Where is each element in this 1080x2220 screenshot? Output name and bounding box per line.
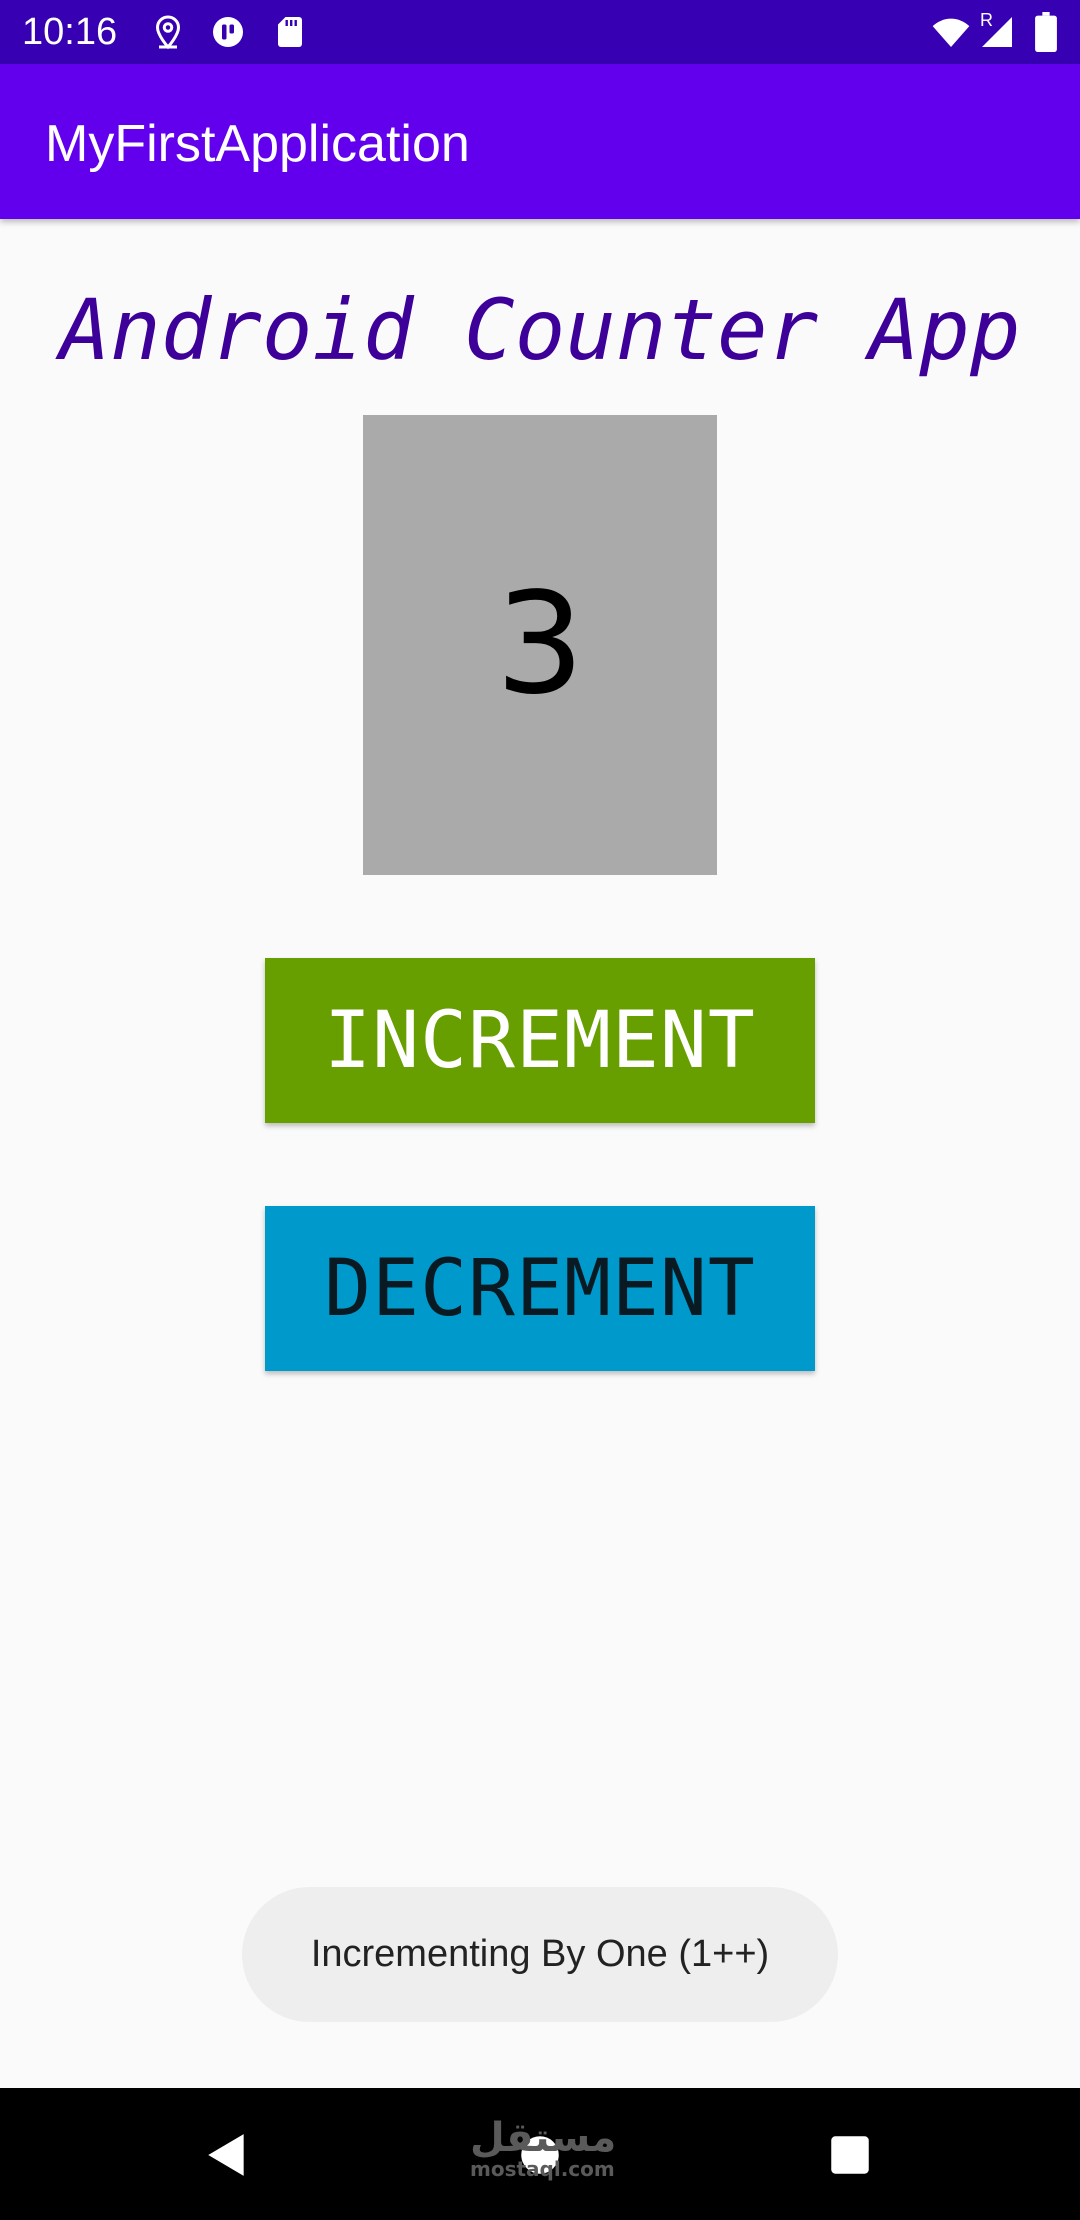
back-icon[interactable]	[202, 2130, 252, 2180]
signal-roaming-icon	[978, 14, 1016, 50]
toast-text: Incrementing By One (1++)	[310, 1933, 770, 1975]
counter-value: 3	[495, 563, 585, 726]
decrement-button[interactable]: DECREMENT	[265, 1206, 815, 1371]
app-title: MyFirstApplication	[45, 115, 470, 173]
counter-display: 3	[363, 415, 717, 875]
wifi-icon	[930, 12, 972, 52]
app-notification-icon	[210, 14, 246, 50]
decrement-button-label: DECREMENT	[324, 1243, 756, 1334]
sd-card-icon	[272, 14, 308, 50]
location-icon	[150, 14, 186, 50]
navigation-bar	[0, 2088, 1080, 2220]
increment-button-label: INCREMENT	[324, 995, 756, 1086]
app-bar: MyFirstApplication	[0, 64, 1080, 219]
battery-icon	[1034, 12, 1058, 52]
increment-button[interactable]: INCREMENT	[265, 958, 815, 1123]
recents-icon[interactable]	[825, 2130, 875, 2180]
page-heading: Android Counter App	[59, 281, 1021, 379]
status-time: 10:16	[22, 11, 118, 53]
status-bar: 10:16 R	[0, 0, 1080, 64]
home-icon[interactable]	[515, 2130, 565, 2180]
toast-message: Incrementing By One (1++)	[242, 1887, 838, 2022]
